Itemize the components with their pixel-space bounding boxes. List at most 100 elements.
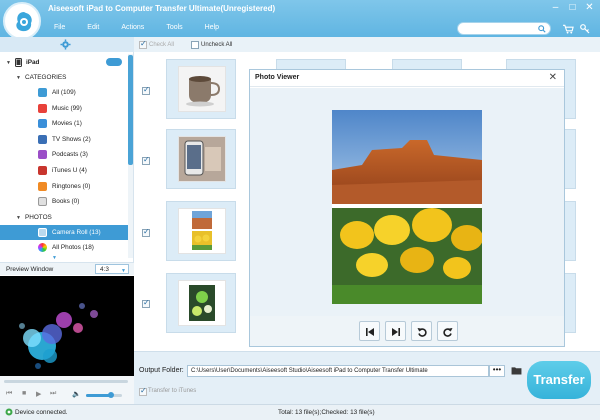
sidebar-item-podcasts[interactable]: Podcasts (3): [0, 147, 128, 162]
rotate-left-button[interactable]: [411, 321, 432, 341]
scroll-down-icon[interactable]: ▼: [52, 255, 57, 261]
previous-photo-button[interactable]: [359, 321, 380, 341]
photo-viewer-title: Photo Viewer: [255, 74, 300, 81]
sidebar-item-label: Books (0): [52, 198, 80, 206]
cloud-icon[interactable]: [106, 58, 122, 66]
maximize-button[interactable]: □: [564, 1, 581, 16]
stop-icon[interactable]: ■: [22, 390, 26, 397]
photo-checkbox[interactable]: [142, 298, 150, 308]
menu-bar: File Edit Actions Tools Help: [44, 22, 231, 33]
preview-title: Preview Window: [6, 266, 54, 273]
categories-header[interactable]: ▼ CATEGORIES: [0, 70, 128, 85]
movies-icon: [38, 119, 47, 129]
close-window-button[interactable]: ✕: [581, 1, 598, 16]
skip-forward-icon: [392, 328, 400, 336]
preview-header: Preview Window 4:3 ▼: [0, 262, 134, 275]
sidebar-item-label: iTunes U (4): [52, 167, 87, 174]
collapse-arrow-icon[interactable]: ▼: [16, 215, 21, 221]
sidebar-item-label: All (109): [52, 89, 76, 96]
preview-visual: [19, 303, 98, 369]
photo-viewer-dialog: Photo Viewer ✕: [249, 69, 565, 347]
minimize-button[interactable]: –: [547, 1, 564, 16]
aspect-ratio-select[interactable]: 4:3 ▼: [95, 264, 129, 274]
photo-thumbnail[interactable]: [166, 201, 236, 261]
seek-bar[interactable]: [4, 380, 128, 383]
app-logo: [3, 2, 41, 40]
itunes-u-icon: [38, 166, 47, 175]
file-count: Total: 13 file(s);Checked: 13 file(s): [278, 409, 375, 416]
collapse-arrow-icon[interactable]: ▼: [16, 75, 21, 81]
all-photos-icon: [38, 243, 47, 252]
photos-header[interactable]: ▼ PHOTOS: [0, 210, 128, 225]
menu-tools[interactable]: Tools: [156, 22, 194, 33]
menu-help[interactable]: Help: [195, 22, 231, 33]
aspect-ratio-value: 4:3: [100, 266, 109, 273]
books-icon: [38, 197, 47, 207]
key-icon[interactable]: [580, 24, 590, 34]
rotate-right-icon: [443, 328, 453, 337]
tv-shows-icon: [38, 134, 47, 144]
chevron-down-icon: ▼: [121, 268, 126, 274]
sidebar-item-all[interactable]: All (109): [0, 85, 128, 100]
search-input[interactable]: [464, 24, 536, 34]
volume-icon[interactable]: 🔈: [72, 390, 81, 398]
preview-video[interactable]: [0, 276, 134, 376]
sidebar-scroll-thumb[interactable]: [128, 55, 133, 165]
gear-icon[interactable]: [60, 39, 71, 50]
photo-viewer-header: Photo Viewer ✕: [250, 70, 564, 87]
photo-viewer-footer: [250, 316, 564, 346]
browse-button[interactable]: •••: [489, 365, 505, 377]
sidebar-item-label: Ringtones (0): [52, 182, 91, 190]
photo-checkbox[interactable]: [142, 227, 150, 237]
sidebar: ▼ iPad ▼ CATEGORIES All (109) Music (99) M…: [0, 37, 134, 262]
photo-image: [178, 208, 226, 254]
previous-icon[interactable]: ⏮: [6, 390, 12, 398]
close-icon[interactable]: ✕: [549, 72, 557, 83]
cart-icon[interactable]: [563, 24, 574, 34]
next-icon[interactable]: ⏭: [50, 390, 56, 398]
search-icon[interactable]: [538, 25, 546, 33]
status-bar: Device connected. Total: 13 file(s);Chec…: [0, 404, 600, 420]
photo-thumbnail[interactable]: [166, 273, 236, 333]
sidebar-item-camera-roll[interactable]: Camera Roll (13): [0, 225, 128, 240]
ipad-icon: [14, 58, 22, 67]
output-folder-field[interactable]: C:\Users\User\Documents\Aiseesoft Studio…: [187, 365, 489, 377]
transfer-to-itunes-label[interactable]: Transfer to iTunes: [148, 388, 196, 394]
search-box: [457, 22, 551, 35]
window-controls: – □ ✕: [547, 1, 598, 16]
menu-actions[interactable]: Actions: [111, 22, 156, 33]
transfer-to-itunes-checkbox[interactable]: [139, 386, 147, 396]
main-toolbar: Check All Uncheck All: [134, 37, 600, 52]
uncheck-all-checkbox[interactable]: [191, 41, 199, 49]
photo-thumbnail[interactable]: [166, 129, 236, 189]
transfer-button[interactable]: Transfer: [527, 361, 591, 399]
photo-thumbnail[interactable]: [166, 59, 236, 119]
folder-icon[interactable]: [511, 366, 522, 375]
sidebar-item-movies[interactable]: Movies (1): [0, 116, 128, 131]
all-icon: [38, 88, 47, 97]
sidebar-device[interactable]: ▼ iPad: [0, 55, 128, 70]
collapse-arrow-icon[interactable]: ▼: [6, 60, 11, 66]
sidebar-item-music[interactable]: Music (99): [0, 101, 128, 116]
check-all-label[interactable]: Check All: [149, 42, 174, 48]
play-icon[interactable]: ▶: [36, 390, 41, 398]
sidebar-item-tv-shows[interactable]: TV Shows (2): [0, 132, 128, 147]
photo-image: [178, 136, 226, 182]
sidebar-item-books[interactable]: Books (0): [0, 194, 128, 209]
volume-knob[interactable]: [108, 392, 115, 398]
rotate-right-button[interactable]: [437, 321, 458, 341]
menu-file[interactable]: File: [44, 22, 77, 33]
sidebar-item-itunes-u[interactable]: iTunes U (4): [0, 163, 128, 178]
photo-checkbox[interactable]: [142, 155, 150, 165]
output-folder-label: Output Folder:: [139, 367, 184, 374]
photo-viewer-body: [250, 88, 564, 316]
next-photo-button[interactable]: [385, 321, 406, 341]
ringtones-icon: [38, 181, 47, 191]
menu-edit[interactable]: Edit: [77, 22, 111, 33]
bottom-panel: Output Folder: C:\Users\User\Documents\A…: [134, 351, 600, 404]
uncheck-all-label[interactable]: Uncheck All: [201, 42, 232, 48]
photo-checkbox[interactable]: [142, 85, 150, 95]
check-all-checkbox[interactable]: [139, 39, 147, 49]
sidebar-item-ringtones[interactable]: Ringtones (0): [0, 179, 128, 194]
sidebar-item-all-photos[interactable]: All Photos (18): [0, 240, 128, 255]
